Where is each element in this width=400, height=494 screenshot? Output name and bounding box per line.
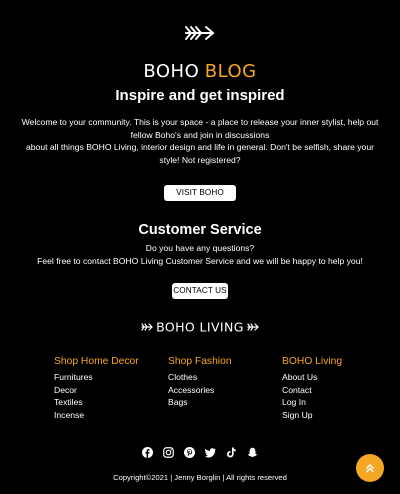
wordmark-text: BOHO LIVING [156, 320, 244, 335]
facebook-icon[interactable] [142, 445, 153, 458]
footer-columns: Shop Home Decor Furnitures Decor Textile… [54, 355, 394, 425]
visit-blog-button[interactable]: VISIT BOHO BLOG [164, 185, 236, 213]
blog-title-blog: BLOG [204, 61, 257, 82]
contact-us-button[interactable]: CONTACT US [172, 283, 228, 299]
footer-link[interactable]: Furnitures [54, 371, 139, 384]
footer-column-fashion: Shop Fashion Clothes Accessories Bags [168, 355, 232, 409]
footer-link[interactable]: Textiles [54, 396, 139, 409]
footer-heading[interactable]: Shop Fashion [168, 355, 232, 368]
customer-service-text: Do you have any questions? Feel free to … [0, 242, 400, 267]
blog-intro-line: Welcome to your community. This is your … [21, 117, 379, 127]
snapchat-icon[interactable] [247, 445, 258, 458]
footer-link[interactable]: Bags [168, 396, 232, 409]
social-icons [0, 445, 400, 459]
blog-intro-line: style! Not registered? [159, 154, 241, 165]
tiktok-icon[interactable] [226, 445, 237, 458]
back-to-top-button[interactable] [356, 454, 384, 482]
footer-link[interactable]: Contact [282, 384, 342, 397]
footer-link[interactable]: About Us [282, 371, 342, 384]
blog-tagline: Inspire and get inspired [115, 87, 285, 104]
footer-link[interactable]: Decor [54, 384, 139, 397]
footer-link[interactable]: Sign Up [282, 409, 342, 422]
customer-service-line: Feel free to contact BOHO Living Custome… [37, 255, 363, 266]
footer-link[interactable]: Accessories [168, 384, 232, 397]
footer-link[interactable]: Clothes [168, 371, 232, 384]
customer-service-line: Do you have any questions? [145, 243, 255, 253]
blog-intro: Welcome to your community. This is your … [16, 116, 384, 166]
footer-column-boho-living: BOHO Living About Us Contact Log In Sign… [282, 355, 342, 421]
customer-service-title: Customer Service [138, 222, 262, 238]
copyright-text: Copyright©2021 | Jenny Borglin | All rig… [113, 473, 287, 482]
footer-heading[interactable]: Shop Home Decor [54, 355, 139, 368]
blog-title-boho: BOHO [143, 61, 200, 82]
blog-intro-line: fellow Boho's and join in discussions [130, 129, 270, 140]
footer-link[interactable]: Log In [282, 396, 342, 409]
boho-living-logo[interactable]: BOHO LIVING [0, 319, 400, 340]
footer-column-home-decor: Shop Home Decor Furnitures Decor Textile… [54, 355, 139, 421]
pinterest-icon[interactable] [184, 445, 195, 458]
double-chevron-up-icon [366, 464, 374, 473]
footer-heading[interactable]: BOHO Living [282, 355, 342, 368]
footer-link[interactable]: Incense [54, 409, 139, 422]
blog-title: BOHO BLOG [0, 60, 400, 83]
instagram-icon[interactable] [163, 445, 174, 458]
twitter-icon[interactable] [204, 445, 216, 458]
blog-intro-line: about all things BOHO Living, interior d… [26, 142, 374, 153]
arrow-logo [0, 24, 400, 47]
